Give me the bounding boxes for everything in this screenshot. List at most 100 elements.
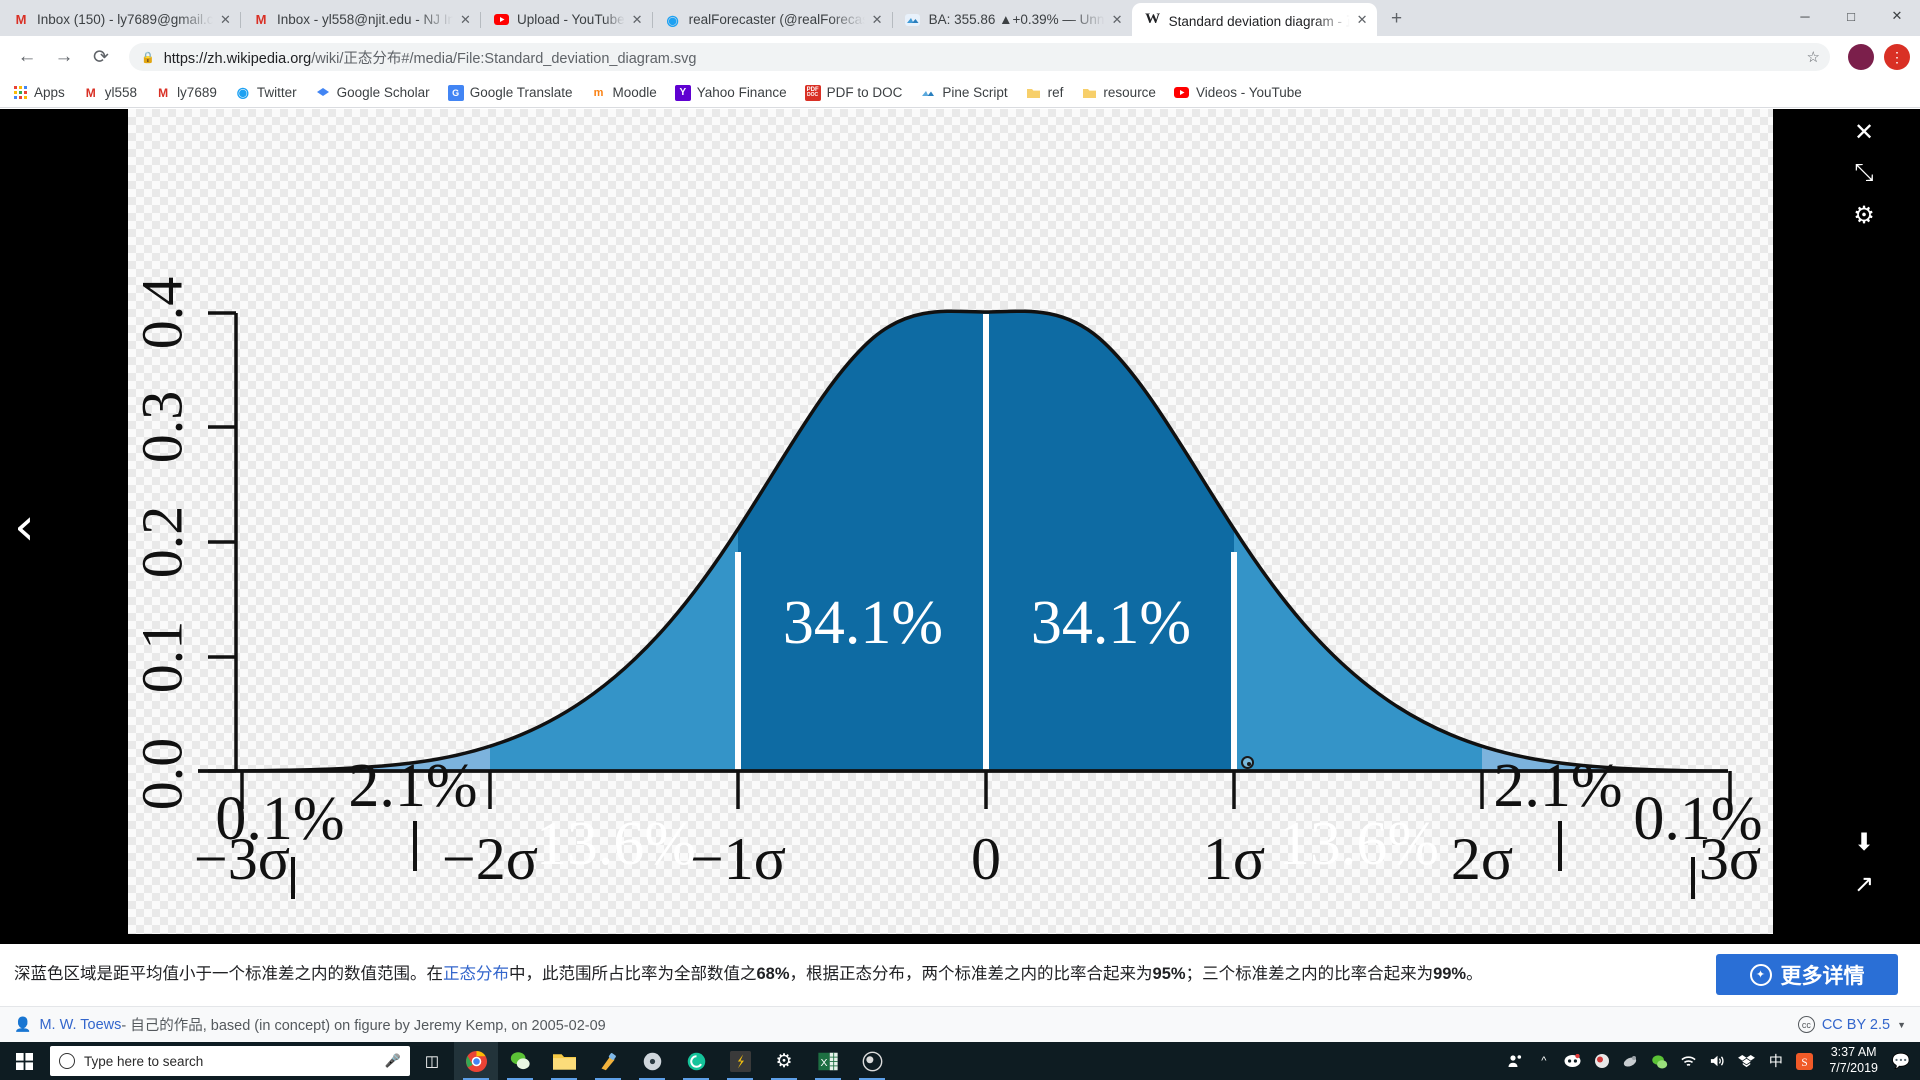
bookmark-resource[interactable]: resource [1081,85,1156,101]
browser-tab-active[interactable]: W Standard deviation diagram - 正 ✕ [1131,3,1377,36]
screen: M Inbox (150) - ly7689@gmail.com ✕ M Inb… [0,0,1920,1080]
bookmark-videos-youtube[interactable]: Videos - YouTube [1174,85,1302,101]
search-placeholder: Type here to search [84,1053,204,1069]
ime-chinese-icon[interactable]: 中 [1761,1042,1790,1080]
taskbar-grammarly-icon[interactable] [674,1042,718,1080]
mouse-cursor [1241,756,1254,769]
band-label-21-right: 2.1% [1493,752,1622,820]
bookmark-google-translate[interactable]: G Google Translate [447,84,573,101]
gmail-icon: M [158,85,169,100]
bookmark-pine-script[interactable]: Pine Script [920,85,1008,101]
taskbar-paint-icon[interactable] [586,1042,630,1080]
twitter-icon: ◉ [666,11,679,28]
browser-tab[interactable]: ◉ realForecaster (@realForecaster) ✕ [651,3,892,36]
star-icon[interactable]: ☆ [1807,48,1820,66]
tab-close-icon[interactable]: ✕ [457,11,474,28]
clock[interactable]: 3:37 AM 7/7/2019 [1819,1045,1888,1076]
new-tab-button[interactable]: + [1383,5,1411,33]
twitter-icon: ◉ [236,84,249,100]
previous-image-icon[interactable]: ‹ [14,501,35,553]
satellite-icon[interactable] [1616,1042,1645,1080]
close-icon[interactable]: ✕ [1846,114,1882,150]
y-tick-label: 0.2 [129,506,194,579]
standard-deviation-diagram: 0.4 0.3 0.2 0.1 0.0 −3σ −2σ −1σ 0 1σ 2σ … [129,277,1763,899]
avatar[interactable] [1848,44,1874,70]
bookmark-yahoo-finance[interactable]: Y Yahoo Finance [674,84,787,101]
obs-tray-icon[interactable] [1587,1042,1616,1080]
yahoo-icon: Y [674,84,691,101]
dropbox-icon[interactable] [1732,1042,1761,1080]
wechat-tray-icon[interactable] [1645,1042,1674,1080]
tab-close-icon[interactable]: ✕ [1354,11,1371,28]
bookmark-yl558[interactable]: M yl558 [83,85,137,101]
author-link[interactable]: M. W. Toews [39,1017,121,1033]
scholar-icon [315,85,331,101]
bookmark-ref[interactable]: ref [1026,85,1063,101]
fullscreen-icon[interactable]: ⤡ [1846,155,1882,191]
bookmark-apps[interactable]: Apps [12,85,65,101]
taskbar-file-explorer-icon[interactable] [542,1042,586,1080]
reload-icon[interactable]: ⟳ [84,40,118,74]
close-window-button[interactable]: ✕ [1874,0,1920,32]
wifi-icon[interactable] [1674,1042,1703,1080]
maximize-button[interactable]: □ [1828,0,1874,32]
microphone-icon[interactable]: 🎤 [385,1053,401,1069]
tab-close-icon[interactable]: ✕ [629,11,646,28]
people-icon[interactable] [1500,1042,1529,1080]
taskbar-excel-icon[interactable]: X [806,1042,850,1080]
y-axis [208,311,238,773]
browser-toolbar: ← → ⟳ 🔒 https://zh.wikipedia.org/wiki/正态… [0,36,1920,78]
browser-tab[interactable]: M Inbox (150) - ly7689@gmail.com ✕ [0,3,240,36]
bookmark-twitter[interactable]: ◉ Twitter [235,84,297,101]
gmail-icon: M [255,12,267,27]
more-details-button[interactable]: ✦ 更多详情 [1716,954,1898,995]
share-icon[interactable]: ↗ [1846,866,1882,902]
task-view-icon[interactable]: ◫ [410,1042,454,1080]
taskbar-disc-icon[interactable] [630,1042,674,1080]
taskbar-wechat-icon[interactable] [498,1042,542,1080]
address-bar[interactable]: 🔒 https://zh.wikipedia.org/wiki/正态分布#/me… [129,43,1830,71]
tab-close-icon[interactable]: ✕ [217,11,234,28]
back-icon[interactable]: ← [10,40,44,74]
show-hidden-icons-icon[interactable]: ^ [1529,1042,1558,1080]
taskbar-sublime-text-icon[interactable] [718,1042,762,1080]
tab-title: BA: 355.86 ▲+0.39% — Unname [928,12,1105,27]
taskbar-settings-icon[interactable]: ⚙ [762,1042,806,1080]
media-viewer: ‹ 0.4 0.3 0.2 0.1 0.0 −3σ −2σ −1σ 0 1σ 2… [0,109,1920,944]
taskbar-chrome-icon[interactable] [454,1042,498,1080]
browser-tab[interactable]: BA: 355.86 ▲+0.39% — Unname ✕ [891,3,1132,36]
image-caption-bar: 深蓝色区域是距平均值小于一个标准差之内的数值范围。在正态分布中，此范围所占比率为… [0,944,1920,1006]
license-info[interactable]: cc CC BY 2.5 ▼ [1797,1016,1906,1033]
discord-icon[interactable] [1558,1042,1587,1080]
system-tray: ^ 中 S 3:37 AM 7/7/2019 💬 [1500,1042,1920,1080]
bookmark-label: Moodle [612,85,657,100]
forward-icon[interactable]: → [47,40,81,74]
url-domain: https://zh.wikipedia.org [163,50,312,67]
browser-tab[interactable]: M Inbox - yl558@njit.edu - NJ Instit ✕ [240,3,480,36]
band-minus1-to-0 [738,311,986,772]
window-controls: ─ □ ✕ [1782,0,1920,32]
bookmark-label: Google Translate [469,85,573,100]
notification-icon[interactable]: 💬 [1888,1042,1914,1080]
bookmark-google-scholar[interactable]: Google Scholar [315,85,430,101]
chevron-down-icon[interactable]: ▼ [1897,1020,1906,1030]
bookmark-moodle[interactable]: m Moodle [591,85,657,101]
bookmark-pdf-to-doc[interactable]: PDF DOC PDF to DOC [804,84,902,101]
sogou-icon[interactable]: S [1790,1042,1819,1080]
tab-close-icon[interactable]: ✕ [869,11,886,28]
chrome-menu-icon[interactable]: ⋮ [1884,44,1910,70]
windows-start-icon[interactable] [0,1042,48,1080]
volume-icon[interactable] [1703,1042,1732,1080]
bookmark-ly7689[interactable]: M ly7689 [155,85,217,101]
browser-tab[interactable]: Upload - YouTube ✕ [480,3,652,36]
download-icon[interactable]: ⬇ [1846,824,1882,860]
minimize-button[interactable]: ─ [1782,0,1828,32]
tab-close-icon[interactable]: ✕ [1109,11,1126,28]
caption-link-normal-distribution[interactable]: 正态分布 [443,965,509,983]
x-tick-label: −1σ [690,826,786,892]
gear-icon[interactable]: ⚙ [1846,197,1882,233]
search-input[interactable]: Type here to search 🎤 [50,1046,410,1076]
bookmark-label: ly7689 [177,85,217,100]
gmail-icon: M [15,12,27,27]
taskbar-obs-icon[interactable] [850,1042,894,1080]
